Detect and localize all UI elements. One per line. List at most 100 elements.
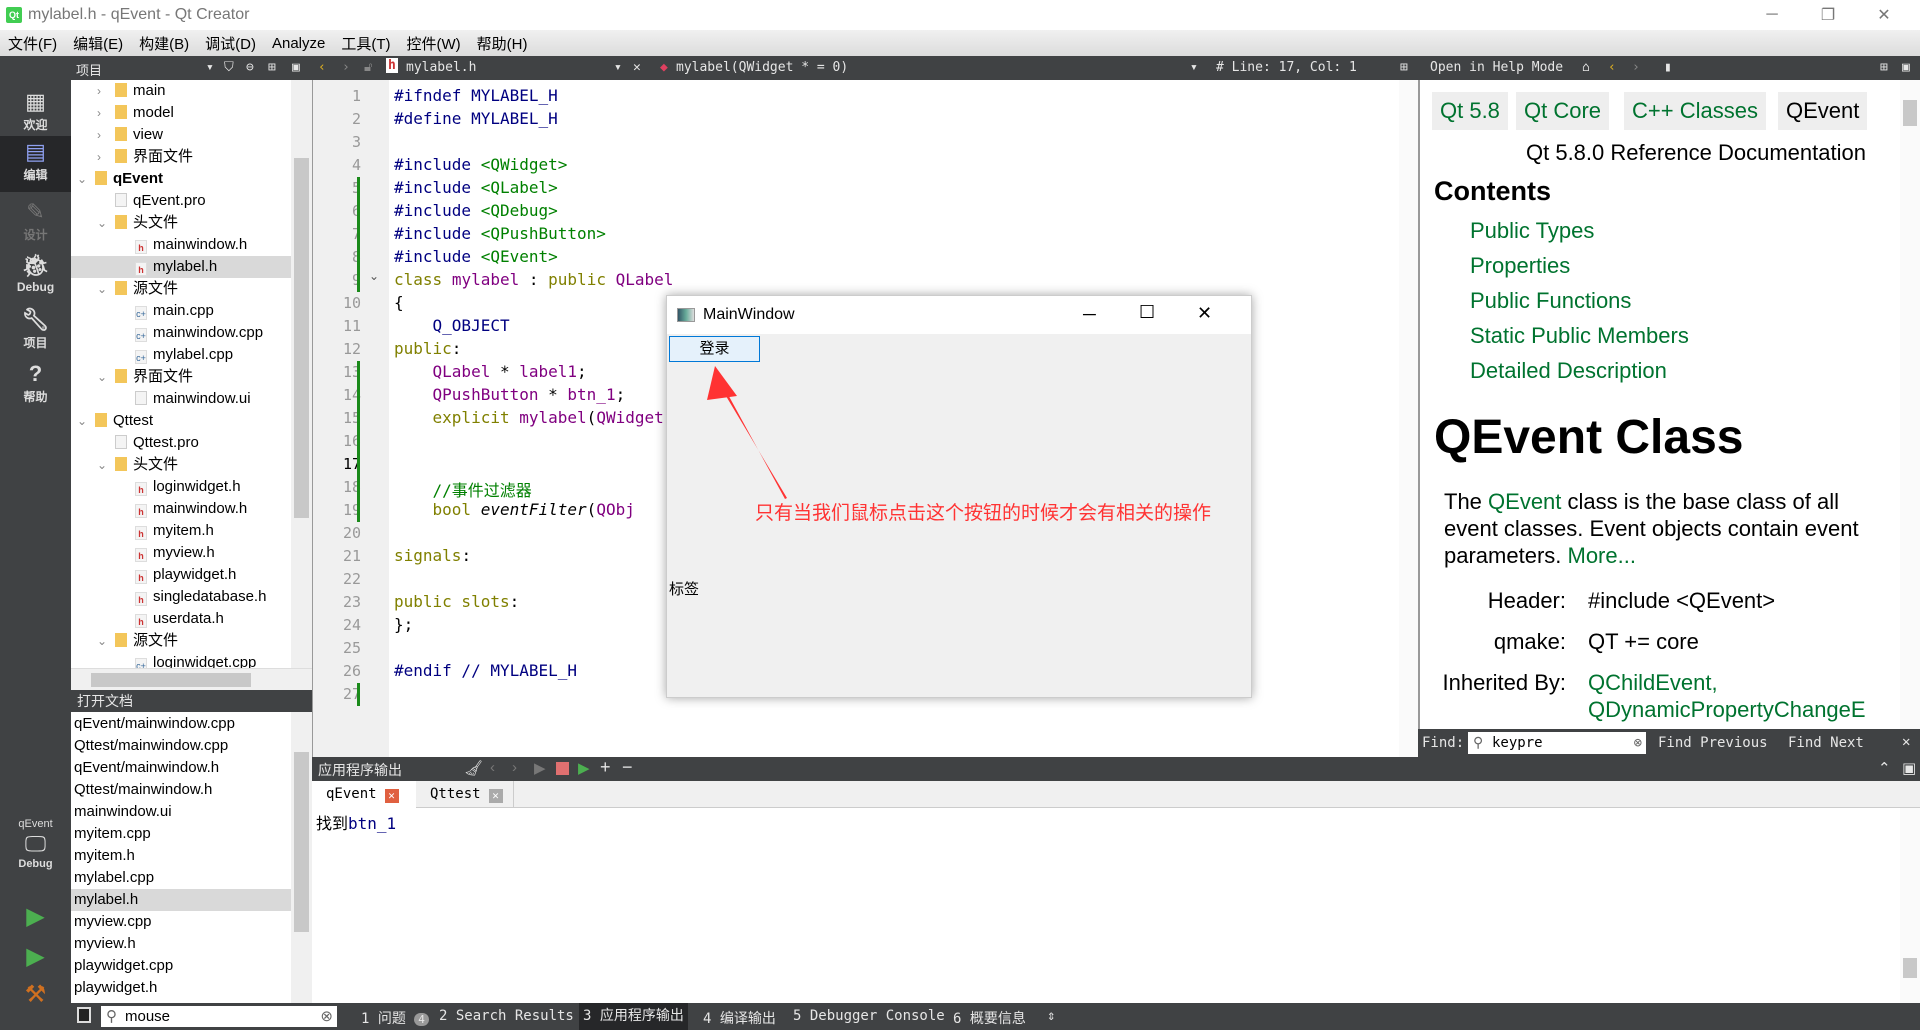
code-line[interactable]: signals: bbox=[394, 546, 471, 565]
back-icon[interactable]: ‹ bbox=[318, 60, 326, 75]
mode-projects[interactable]: 🔧︎ 项目 bbox=[0, 306, 71, 360]
mode-debug[interactable]: 🐞︎ Debug bbox=[0, 252, 71, 306]
contents-link[interactable]: Detailed Description bbox=[1470, 358, 1667, 384]
menu-file[interactable]: 文件(F) bbox=[0, 33, 65, 54]
expand-arrow-icon[interactable]: ⌄ bbox=[77, 168, 87, 190]
code-line[interactable]: QPushButton * btn_1; bbox=[394, 385, 626, 404]
contents-link[interactable]: Public Types bbox=[1470, 218, 1594, 244]
code-line[interactable]: #define MYLABEL_H bbox=[394, 109, 558, 128]
tree-item[interactable]: ⌄ 源文件 bbox=[71, 630, 291, 652]
tab-debugger-console[interactable]: 5 Debugger Console bbox=[793, 1008, 945, 1024]
tree-item[interactable]: h loginwidget.h bbox=[71, 476, 291, 498]
code-line[interactable]: #include <QWidget> bbox=[394, 155, 567, 174]
minimize-button[interactable]: ─ bbox=[1744, 0, 1800, 30]
clear-output-icon[interactable]: 🧹︎ bbox=[464, 759, 483, 777]
code-line[interactable]: #ifndef MYLABEL_H bbox=[394, 86, 558, 105]
close-pane-icon[interactable]: ▣ bbox=[292, 60, 300, 75]
expand-arrow-icon[interactable]: ⌄ bbox=[77, 410, 87, 432]
expand-arrow-icon[interactable]: › bbox=[97, 102, 101, 124]
zoom-out-icon[interactable]: − bbox=[622, 757, 633, 778]
cursor-position[interactable]: # Line: 17, Col: 1 bbox=[1216, 60, 1357, 75]
breadcrumb-cpp-classes[interactable]: C++ Classes bbox=[1624, 92, 1766, 130]
bookmark-icon[interactable]: ▮ bbox=[1664, 60, 1672, 75]
contents-link[interactable]: Public Functions bbox=[1470, 288, 1631, 314]
menu-edit[interactable]: 编辑(E) bbox=[65, 33, 131, 54]
expand-arrow-icon[interactable]: ⌄ bbox=[97, 454, 107, 476]
tree-item[interactable]: mainwindow.ui bbox=[71, 388, 291, 410]
close-find-icon[interactable]: ✕ bbox=[1902, 734, 1910, 750]
qchildevent-link[interactable]: QChildEvent, bbox=[1588, 670, 1718, 696]
code-line[interactable]: public: bbox=[394, 339, 461, 358]
open-document-item[interactable]: myitem.h bbox=[71, 845, 291, 867]
tab-qttest[interactable]: Qttest ✕ bbox=[416, 781, 514, 808]
tree-item[interactable]: h playwidget.h bbox=[71, 564, 291, 586]
code-line[interactable]: bool eventFilter(QObj bbox=[394, 500, 635, 519]
tab-issues[interactable]: 1 问题 4 bbox=[361, 1008, 429, 1028]
forward-icon[interactable]: › bbox=[342, 60, 350, 75]
code-line[interactable]: }; bbox=[394, 615, 413, 634]
tree-item[interactable]: ⌄ Qttest bbox=[71, 410, 291, 432]
qdynamicpropertychangeevent-link[interactable]: QDynamicPropertyChangeE bbox=[1588, 697, 1866, 723]
find-input[interactable]: ⚲ keypre ⊗ bbox=[1468, 732, 1646, 754]
open-document-item[interactable]: myview.h bbox=[71, 933, 291, 955]
code-line[interactable]: public slots: bbox=[394, 592, 519, 611]
view-dropdown-icon[interactable]: ▾ bbox=[206, 60, 214, 75]
tree-item[interactable]: h userdata.h bbox=[71, 608, 291, 630]
menu-tools[interactable]: 工具(T) bbox=[333, 33, 398, 54]
tree-item[interactable]: › model bbox=[71, 102, 291, 124]
split-icon[interactable]: ⊞ bbox=[268, 60, 276, 75]
menu-help[interactable]: 帮助(H) bbox=[469, 33, 536, 54]
tree-item[interactable]: Qttest.pro bbox=[71, 432, 291, 454]
zoom-in-icon[interactable]: + bbox=[600, 757, 611, 778]
expand-arrow-icon[interactable]: ⌄ bbox=[97, 212, 107, 234]
mode-welcome[interactable]: ▦ 欢迎 bbox=[0, 88, 71, 142]
menu-widgets[interactable]: 控件(W) bbox=[399, 33, 469, 54]
expand-arrow-icon[interactable]: › bbox=[97, 80, 101, 102]
file-dropdown-icon[interactable]: ▾ bbox=[614, 60, 622, 75]
code-line[interactable]: QLabel * label1; bbox=[394, 362, 587, 381]
locator-input[interactable]: ⚲ mouse ⊗ bbox=[101, 1006, 337, 1027]
symbol-dropdown-icon[interactable]: ▾ bbox=[1190, 60, 1198, 75]
home-icon[interactable]: ⌂ bbox=[1582, 60, 1590, 75]
tab-compile-output[interactable]: 4 编译输出 bbox=[703, 1008, 776, 1028]
tree-item[interactable]: h mainwindow.h bbox=[71, 234, 291, 256]
open-document-item[interactable]: playwidget.cpp bbox=[71, 955, 291, 977]
help-split-icon[interactable]: ⊞ bbox=[1880, 60, 1888, 75]
tree-item[interactable]: c+ mainwindow.cpp bbox=[71, 322, 291, 344]
tree-item[interactable]: ⌄ 界面文件 bbox=[71, 366, 291, 388]
application-output[interactable]: 找到btn_1 bbox=[312, 808, 1920, 1003]
breadcrumb-qt58[interactable]: Qt 5.8 bbox=[1432, 92, 1508, 130]
project-view-selector[interactable]: 项目 bbox=[76, 60, 102, 79]
tree-item[interactable]: ⌄ qEvent bbox=[71, 168, 291, 190]
tree-item[interactable]: › view bbox=[71, 124, 291, 146]
code-line[interactable]: explicit mylabel(QWidget bbox=[394, 408, 664, 427]
open-document-item[interactable]: mainwindow.ui bbox=[71, 801, 291, 823]
split-editor-icon[interactable]: ⊞ bbox=[1400, 60, 1408, 75]
code-line[interactable]: #include <QLabel> bbox=[394, 178, 558, 197]
code-line[interactable]: #include <QEvent> bbox=[394, 247, 558, 266]
tree-item[interactable]: › main bbox=[71, 80, 291, 102]
mode-help[interactable]: ? 帮助 bbox=[0, 360, 71, 414]
stop-icon[interactable] bbox=[556, 762, 569, 775]
find-next-button[interactable]: Find Next bbox=[1788, 735, 1864, 751]
expand-arrow-icon[interactable]: › bbox=[97, 124, 101, 146]
close-pane-icon[interactable]: ▣ bbox=[1902, 759, 1916, 777]
open-docs-scrollbar[interactable] bbox=[291, 712, 312, 1003]
tree-item[interactable]: qEvent.pro bbox=[71, 190, 291, 212]
tab-application-output[interactable]: 3 应用程序输出 bbox=[579, 1003, 688, 1030]
help-forward-icon[interactable]: › bbox=[1632, 60, 1640, 75]
code-line[interactable]: #include <QDebug> bbox=[394, 201, 558, 220]
more-link[interactable]: More... bbox=[1568, 543, 1636, 568]
tree-item[interactable]: c+ mylabel.cpp bbox=[71, 344, 291, 366]
code-line[interactable]: #include <QPushButton> bbox=[394, 224, 606, 243]
expand-arrow-icon[interactable]: ⌄ bbox=[97, 278, 107, 300]
prev-icon[interactable]: ‹ bbox=[490, 759, 495, 776]
more-tabs-icon[interactable]: ⇕ bbox=[1047, 1008, 1055, 1024]
mode-edit[interactable]: ▤ 编辑 bbox=[0, 136, 71, 192]
code-line[interactable]: class mylabel : public QLabel bbox=[394, 270, 673, 289]
kit-selector[interactable]: qEvent 🖵︎ Debug bbox=[0, 818, 71, 872]
restore-button[interactable]: ❐ bbox=[1800, 0, 1856, 30]
menu-analyze[interactable]: Analyze bbox=[264, 35, 333, 52]
tree-item[interactable]: h myitem.h bbox=[71, 520, 291, 542]
breadcrumb-qtcore[interactable]: Qt Core bbox=[1516, 92, 1610, 130]
